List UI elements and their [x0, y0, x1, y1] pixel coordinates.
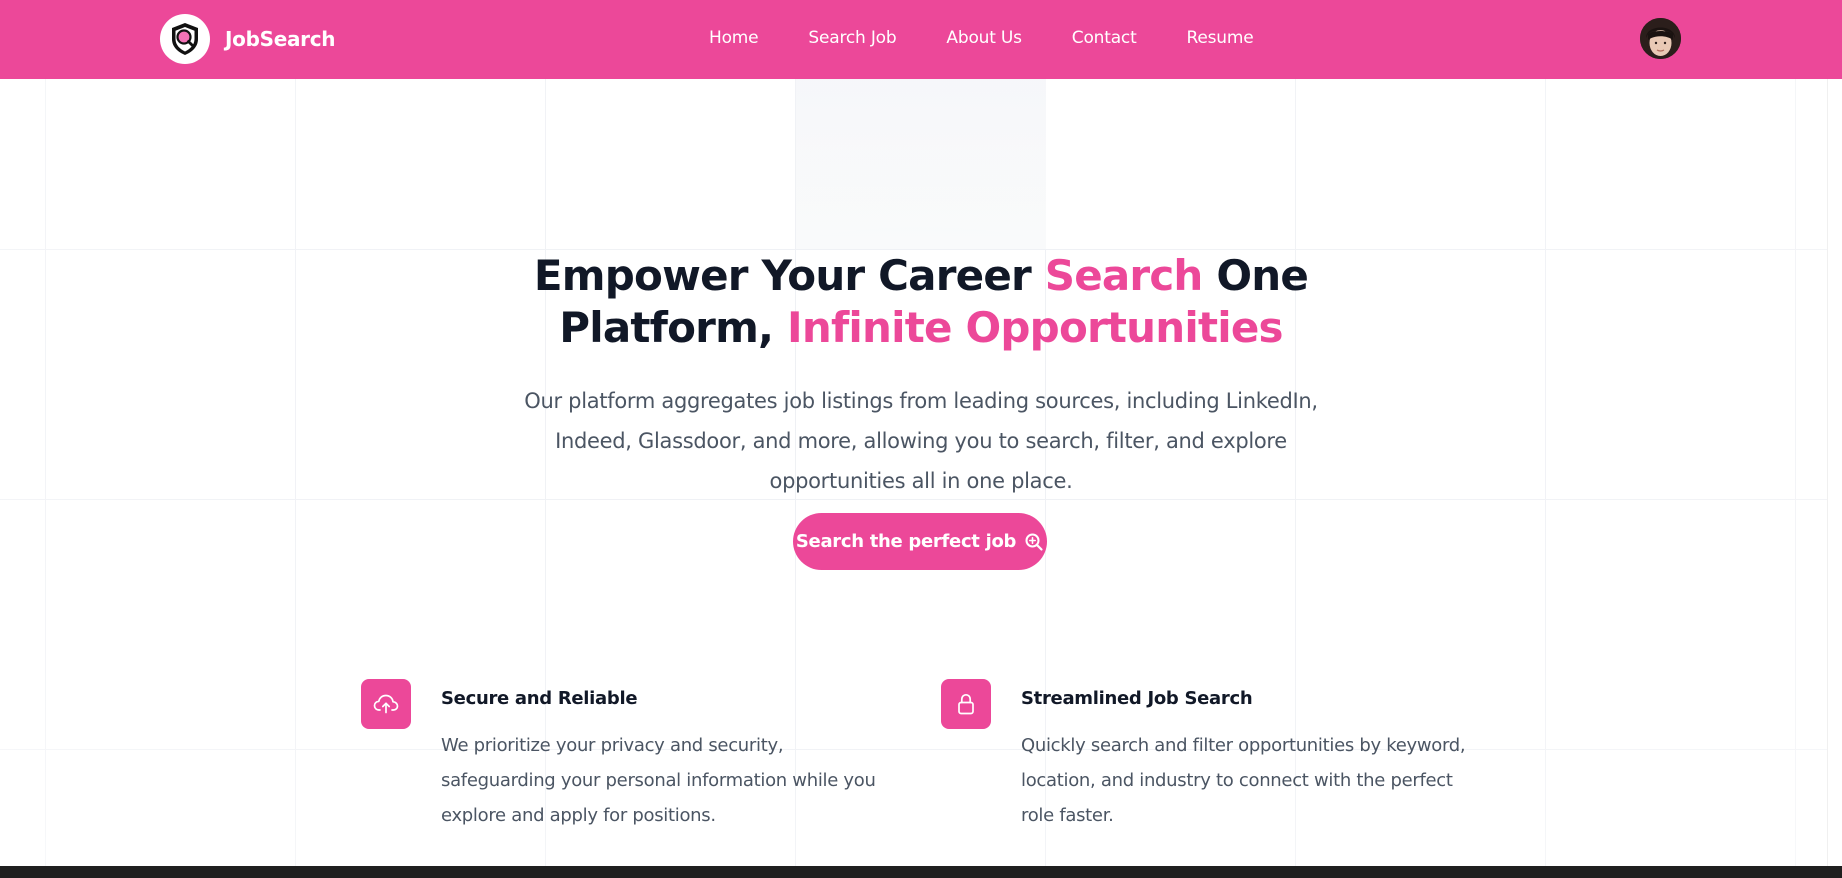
cloud-upload-icon [361, 679, 411, 729]
hero-title-accent-search: Search [1044, 251, 1204, 300]
shield-search-icon [160, 14, 210, 64]
hero-title-part1: Empower Your Career [533, 251, 1045, 300]
hero-title-accent-opportunities: Infinite Opportunities [787, 303, 1284, 352]
feature-text: We prioritize your privacy and security,… [441, 735, 876, 826]
feature-title: Secure and Reliable [441, 688, 638, 709]
nav-resume[interactable]: Resume [1187, 28, 1254, 48]
user-avatar[interactable] [1640, 18, 1681, 59]
feature-text: Quickly search and filter opportunities … [1021, 735, 1466, 826]
brand-link[interactable]: JobSearch [160, 14, 336, 64]
os-taskbar [0, 866, 1842, 878]
brand-name: JobSearch [225, 27, 336, 51]
search-zoom-icon [1024, 532, 1044, 552]
nav-contact[interactable]: Contact [1072, 28, 1137, 48]
nav-about-us[interactable]: About Us [946, 28, 1022, 48]
nav-search-job[interactable]: Search Job [808, 28, 896, 48]
top-navbar: JobSearch Home Search Job About Us Conta… [0, 0, 1842, 79]
hero-description: Our platform aggregates job listings fro… [524, 389, 1318, 493]
nav-home[interactable]: Home [709, 28, 759, 48]
scrollbar-track[interactable] [1827, 79, 1842, 866]
search-perfect-job-button[interactable]: Search the perfect job [793, 513, 1047, 570]
grid-highlight-cell [796, 79, 1046, 249]
landing-page: JobSearch Home Search Job About Us Conta… [0, 0, 1842, 878]
cta-label: Search the perfect job [795, 531, 1017, 552]
lock-icon [941, 679, 991, 729]
feature-title: Streamlined Job Search [1021, 688, 1253, 709]
hero-title: Empower Your Career Search One Platform,… [421, 250, 1421, 354]
main-nav: Home Search Job About Us Contact Resume [709, 0, 1304, 76]
